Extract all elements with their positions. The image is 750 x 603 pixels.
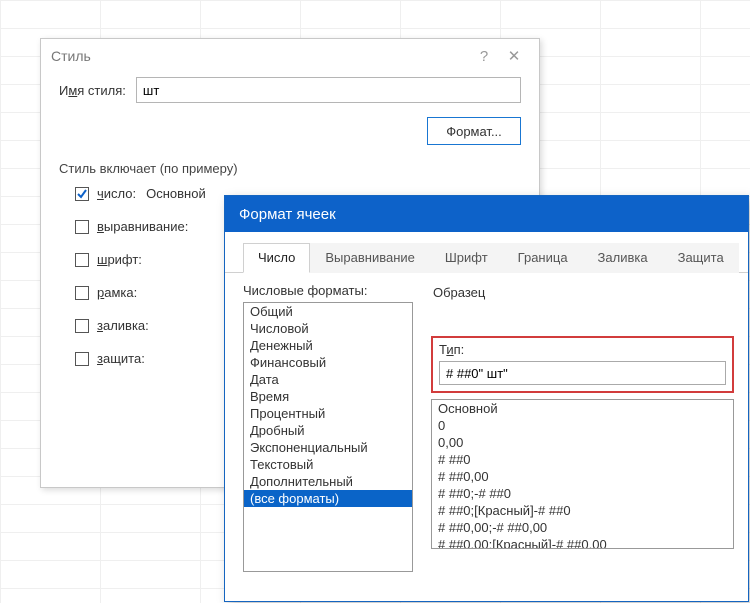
list-item[interactable]: Основной [432, 400, 733, 417]
close-icon[interactable]: ✕ [499, 47, 529, 65]
style-dialog-titlebar[interactable]: Стиль ? ✕ [41, 39, 539, 73]
tab-выравнивание[interactable]: Выравнивание [310, 243, 429, 273]
style-name-input[interactable] [136, 77, 521, 103]
checkbox-label: шрифт: [97, 252, 142, 267]
type-label: Тип: [439, 342, 726, 357]
checkbox-icon[interactable] [75, 319, 89, 333]
list-item[interactable]: Числовой [244, 320, 412, 337]
help-icon[interactable]: ? [469, 48, 499, 65]
checkbox-icon[interactable] [75, 352, 89, 366]
list-item[interactable]: Экспоненциальный [244, 439, 412, 456]
checkbox-icon[interactable] [75, 187, 89, 201]
type-input[interactable] [439, 361, 726, 385]
tab-число[interactable]: Число [243, 243, 310, 273]
list-item[interactable]: # ##0;-# ##0 [432, 485, 733, 502]
list-item[interactable]: Процентный [244, 405, 412, 422]
checkbox-icon[interactable] [75, 286, 89, 300]
format-strings-listbox[interactable]: Основной00,00# ##0# ##0,00# ##0;-# ##0# … [431, 399, 734, 549]
sample-label: Образец [433, 285, 734, 300]
list-item[interactable]: Текстовый [244, 456, 412, 473]
checkbox-label: заливка: [97, 318, 149, 333]
checkbox-label: число: [97, 186, 136, 201]
checkbox-label: защита: [97, 351, 145, 366]
format-cells-titlebar[interactable]: Формат ячеек [225, 196, 748, 232]
format-cells-dialog: Формат ячеек ЧислоВыравниваниеШрифтГрани… [224, 195, 749, 602]
list-item[interactable]: # ##0,00 [432, 468, 733, 485]
list-item[interactable]: # ##0,00;[Красный]-# ##0,00 [432, 536, 733, 549]
tab-заливка[interactable]: Заливка [583, 243, 663, 273]
style-name-label: Имя стиля: [59, 83, 126, 98]
list-item[interactable]: Финансовый [244, 354, 412, 371]
list-item[interactable]: # ##0;[Красный]-# ##0 [432, 502, 733, 519]
style-dialog-title: Стиль [51, 48, 469, 64]
list-item[interactable]: Дополнительный [244, 473, 412, 490]
list-item[interactable]: Дробный [244, 422, 412, 439]
list-item[interactable]: Общий [244, 303, 412, 320]
tab-граница[interactable]: Граница [503, 243, 583, 273]
checkbox-label: рамка: [97, 285, 137, 300]
format-cells-title: Формат ячеек [239, 206, 336, 223]
list-item[interactable]: (все форматы) [244, 490, 412, 507]
checkbox-value: Основной [146, 186, 206, 201]
categories-label: Числовые форматы: [243, 283, 413, 298]
checkbox-label: выравнивание: [97, 219, 188, 234]
number-categories-listbox[interactable]: ОбщийЧисловойДенежныйФинансовыйДатаВремя… [243, 302, 413, 572]
checkbox-icon[interactable] [75, 220, 89, 234]
list-item[interactable]: Дата [244, 371, 412, 388]
list-item[interactable]: # ##0,00;-# ##0,00 [432, 519, 733, 536]
tab-защита[interactable]: Защита [663, 243, 739, 273]
checkbox-icon[interactable] [75, 253, 89, 267]
list-item[interactable]: Время [244, 388, 412, 405]
list-item[interactable]: 0,00 [432, 434, 733, 451]
list-item[interactable]: Денежный [244, 337, 412, 354]
format-cells-tabs: ЧислоВыравниваниеШрифтГраницаЗаливкаЗащи… [225, 232, 748, 273]
list-item[interactable]: 0 [432, 417, 733, 434]
tab-шрифт[interactable]: Шрифт [430, 243, 503, 273]
list-item[interactable]: # ##0 [432, 451, 733, 468]
style-includes-header: Стиль включает (по примеру) [59, 161, 521, 176]
type-highlight-box: Тип: [431, 336, 734, 393]
format-button[interactable]: Формат... [427, 117, 521, 145]
